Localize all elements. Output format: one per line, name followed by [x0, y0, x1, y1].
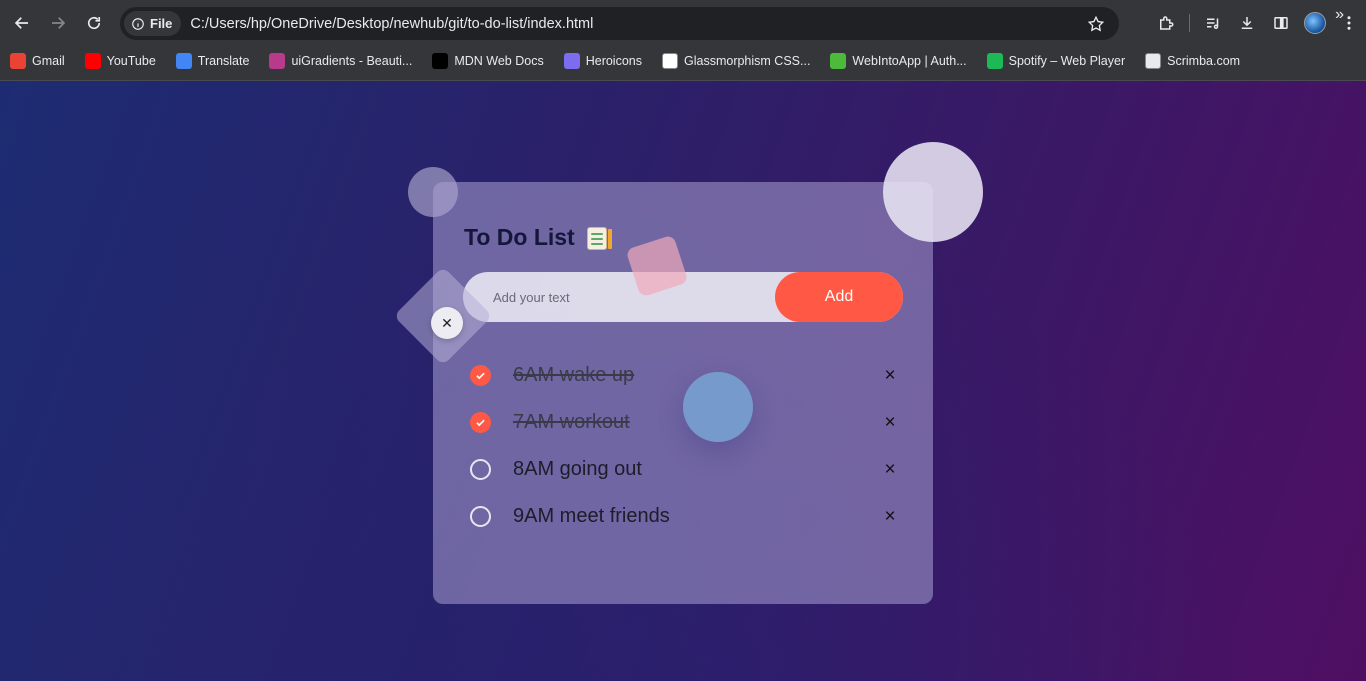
checkmark-icon [476, 419, 485, 427]
bookmark-label: Scrimba.com [1167, 54, 1241, 68]
webintoapp-icon [830, 53, 847, 69]
extensions-button[interactable] [1149, 5, 1183, 41]
reload-icon [87, 16, 101, 30]
decor-close-icon: ✕ [431, 307, 463, 339]
reload-button[interactable] [76, 5, 112, 41]
heroicons-icon [563, 53, 580, 69]
add-button[interactable]: Add [775, 272, 903, 322]
todo-text: 9AM meet friends [513, 505, 670, 527]
playlist-icon [1207, 18, 1219, 29]
page-viewport: ✕ To Do List Add 6AM wake up × 7AM workout… [0, 81, 1366, 681]
bookmark-label: YouTube [106, 54, 156, 68]
bookmark-heroicons[interactable]: Heroicons [563, 53, 642, 69]
forward-button[interactable] [40, 5, 76, 41]
site-info-chip[interactable]: File [124, 11, 182, 36]
checkmark-icon [476, 372, 485, 380]
checked-circle-icon[interactable] [470, 365, 491, 386]
bookmark-uigradients[interactable]: uiGradients - Beauti... [269, 53, 412, 69]
info-icon [132, 17, 144, 30]
bookmark-mdn[interactable]: MDN Web Docs [432, 53, 544, 69]
unchecked-circle-icon[interactable] [470, 459, 491, 480]
bookmark-label: Spotify – Web Player [1008, 54, 1126, 68]
bookmarks-bar: Gmail YouTube Translate uiGradients - Beaut… [0, 46, 1366, 76]
uigradients-icon [269, 53, 286, 69]
decor-circle-large [883, 142, 983, 242]
todo-card: To Do List Add 6AM wake up×7AM workout×8… [433, 182, 933, 604]
browser-toolbar: File C:/Users/hp/OneDrive/Desktop/newhub… [0, 0, 1366, 46]
scrimba-icon [1145, 53, 1162, 69]
bookmark-label: Glassmorphism CSS... [684, 54, 811, 68]
bookmark-translate[interactable]: Translate [175, 53, 250, 69]
downloads-button[interactable] [1230, 5, 1264, 41]
gmail-icon [10, 53, 26, 69]
delete-task-icon[interactable]: × [880, 506, 900, 527]
url-text[interactable]: C:/Users/hp/OneDrive/Desktop/newhub/git/… [190, 16, 593, 32]
bookmark-spotify[interactable]: Spotify – Web Player [986, 53, 1126, 69]
todo-item[interactable]: 8AM going out × [470, 446, 900, 493]
profile-button[interactable] [1298, 5, 1332, 41]
side-panel-button[interactable] [1264, 5, 1298, 41]
todo-text: 6AM wake up [513, 364, 635, 386]
puzzle-icon [1160, 16, 1174, 30]
bookmark-label: uiGradients - Beauti... [291, 54, 413, 68]
glassmorphism-icon [662, 53, 678, 69]
notepad-icon [585, 225, 612, 251]
address-bar[interactable]: File C:/Users/hp/OneDrive/Desktop/newhub… [120, 7, 1119, 40]
bookmark-label: Translate [197, 54, 250, 68]
checked-circle-icon[interactable] [470, 412, 491, 433]
delete-task-icon[interactable]: × [880, 412, 900, 433]
bookmark-star-icon[interactable] [1087, 15, 1105, 33]
bookmark-label: Gmail [32, 54, 65, 68]
spotify-icon [986, 53, 1003, 69]
decor-blue-circle [683, 372, 753, 442]
bookmark-youtube[interactable]: YouTube [84, 53, 156, 69]
bookmark-webintoapp[interactable]: WebIntoApp | Auth... [830, 53, 967, 69]
todo-text: 8AM going out [513, 458, 642, 480]
bookmark-label: Heroicons [585, 54, 642, 68]
site-chip-label: File [150, 16, 173, 31]
unchecked-circle-icon[interactable] [470, 506, 491, 527]
todo-text: 7AM workout [513, 411, 630, 433]
toolbar-actions [1149, 5, 1366, 41]
app-title-text: To Do List [464, 224, 575, 250]
youtube-icon [84, 53, 101, 69]
side-panel-icon [1274, 17, 1288, 29]
task-input[interactable] [463, 272, 775, 322]
more-bookmarks-icon[interactable]: » [1335, 6, 1344, 24]
avatar [1304, 12, 1326, 34]
bookmark-gmail[interactable]: Gmail [10, 53, 65, 69]
arrow-left-icon [14, 17, 28, 29]
bookmark-label: MDN Web Docs [454, 54, 544, 68]
app-title: To Do List [464, 224, 612, 251]
todo-item[interactable]: 9AM meet friends × [470, 493, 900, 540]
arrow-right-icon [52, 17, 66, 29]
toolbar-separator [1189, 14, 1190, 32]
delete-task-icon[interactable]: × [880, 459, 900, 480]
todo-list: 6AM wake up × 7AM workout × 8AM going out × 9A… [470, 352, 900, 540]
bookmark-label: WebIntoApp | Auth... [852, 54, 967, 68]
back-button[interactable] [4, 5, 40, 41]
mdn-icon [432, 53, 449, 69]
translate-icon [175, 53, 192, 69]
bookmark-scrimba[interactable]: Scrimba.com [1145, 53, 1240, 69]
bookmark-glassmorphism[interactable]: Glassmorphism CSS... [662, 53, 810, 69]
delete-task-icon[interactable]: × [880, 365, 900, 386]
download-icon [1241, 17, 1253, 29]
media-button[interactable] [1196, 5, 1230, 41]
